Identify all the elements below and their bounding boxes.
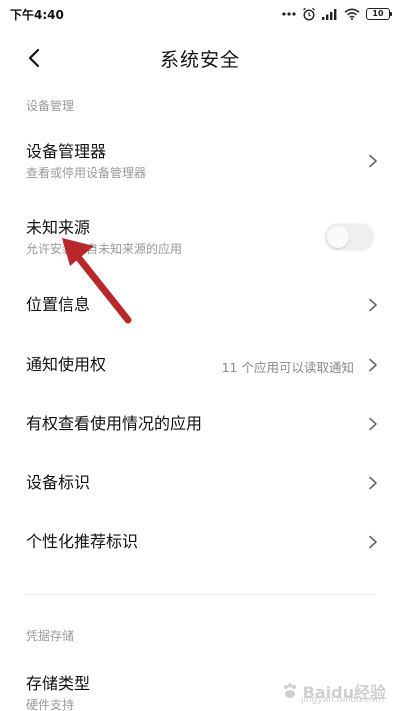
row-title: 位置信息 (26, 295, 91, 314)
row-title: 设备管理器 (26, 142, 107, 161)
chevron-right-icon (369, 358, 377, 372)
toggle-knob (327, 226, 349, 248)
row-usage-access-text: 有权查看使用情况的应用 (26, 414, 202, 434)
watermark-sub: jingyan.baidu.com (300, 695, 384, 705)
row-title: 存储类型 (26, 674, 91, 693)
chevron-right-icon (369, 535, 377, 549)
row-notification-access-text: 通知使用权 (26, 355, 106, 375)
row-device-id-text: 设备标识 (26, 473, 90, 493)
chevron-right-icon (369, 154, 377, 168)
chevron-right-icon (369, 417, 377, 431)
section-label-credential-storage: 凭据存储 (26, 629, 75, 643)
chevron-right-icon (369, 298, 377, 312)
row-title: 未知来源 (26, 218, 91, 237)
signal-icon (322, 9, 337, 20)
row-title: 有权查看使用情况的应用 (26, 414, 203, 433)
status-time: 下午4:40 (10, 7, 64, 22)
row-personalized-id[interactable]: 个性化推荐标识 (0, 519, 400, 565)
row-location-text: 位置信息 (26, 295, 90, 315)
row-title: 通知使用权 (26, 355, 107, 374)
more-dots-icon (282, 12, 296, 16)
row-notification-access[interactable]: 通知使用权 11 个应用可以读取通知 (0, 342, 400, 388)
status-bar: 下午4:40 10 (0, 0, 400, 28)
back-button[interactable] (18, 42, 50, 74)
chevron-right-icon (369, 476, 377, 490)
chevron-left-icon (28, 48, 40, 68)
page-title: 系统安全 (159, 48, 240, 71)
paw-logo-icon (283, 683, 296, 698)
section-divider (26, 594, 376, 595)
row-usage-access[interactable]: 有权查看使用情况的应用 (0, 401, 400, 447)
unknown-sources-toggle[interactable] (324, 223, 374, 251)
status-icons: 10 (282, 7, 392, 21)
row-unknown-sources-text: 未知来源 允许安装来自未知来源的应用 (26, 218, 182, 257)
row-location[interactable]: 位置信息 (0, 282, 400, 328)
row-subtitle: 查看或停用设备管理器 (26, 166, 147, 180)
header: 系统安全 (0, 30, 400, 86)
row-device-admin[interactable]: 设备管理器 查看或停用设备管理器 (0, 132, 400, 188)
row-device-id[interactable]: 设备标识 (0, 460, 400, 506)
row-value: 11 个应用可以读取通知 (221, 360, 354, 375)
row-subtitle: 允许安装来自未知来源的应用 (26, 242, 183, 256)
row-unknown-sources[interactable]: 未知来源 允许安装来自未知来源的应用 (0, 208, 400, 264)
row-subtitle: 硬件支持 (26, 698, 75, 711)
baidu-watermark: Baidu经验 jingyan.baidu.com (281, 679, 386, 705)
alarm-icon (303, 7, 315, 21)
row-personalized-id-text: 个性化推荐标识 (26, 532, 138, 552)
row-storage-type-text: 存储类型 硬件支持 (26, 674, 90, 711)
battery-icon: 10 (366, 8, 392, 20)
section-label-device-management: 设备管理 (26, 99, 75, 113)
row-title: 设备标识 (26, 473, 91, 492)
battery-level: 10 (372, 9, 384, 18)
wifi-icon (344, 8, 360, 20)
row-title: 个性化推荐标识 (26, 532, 139, 551)
row-device-admin-text: 设备管理器 查看或停用设备管理器 (26, 142, 146, 181)
